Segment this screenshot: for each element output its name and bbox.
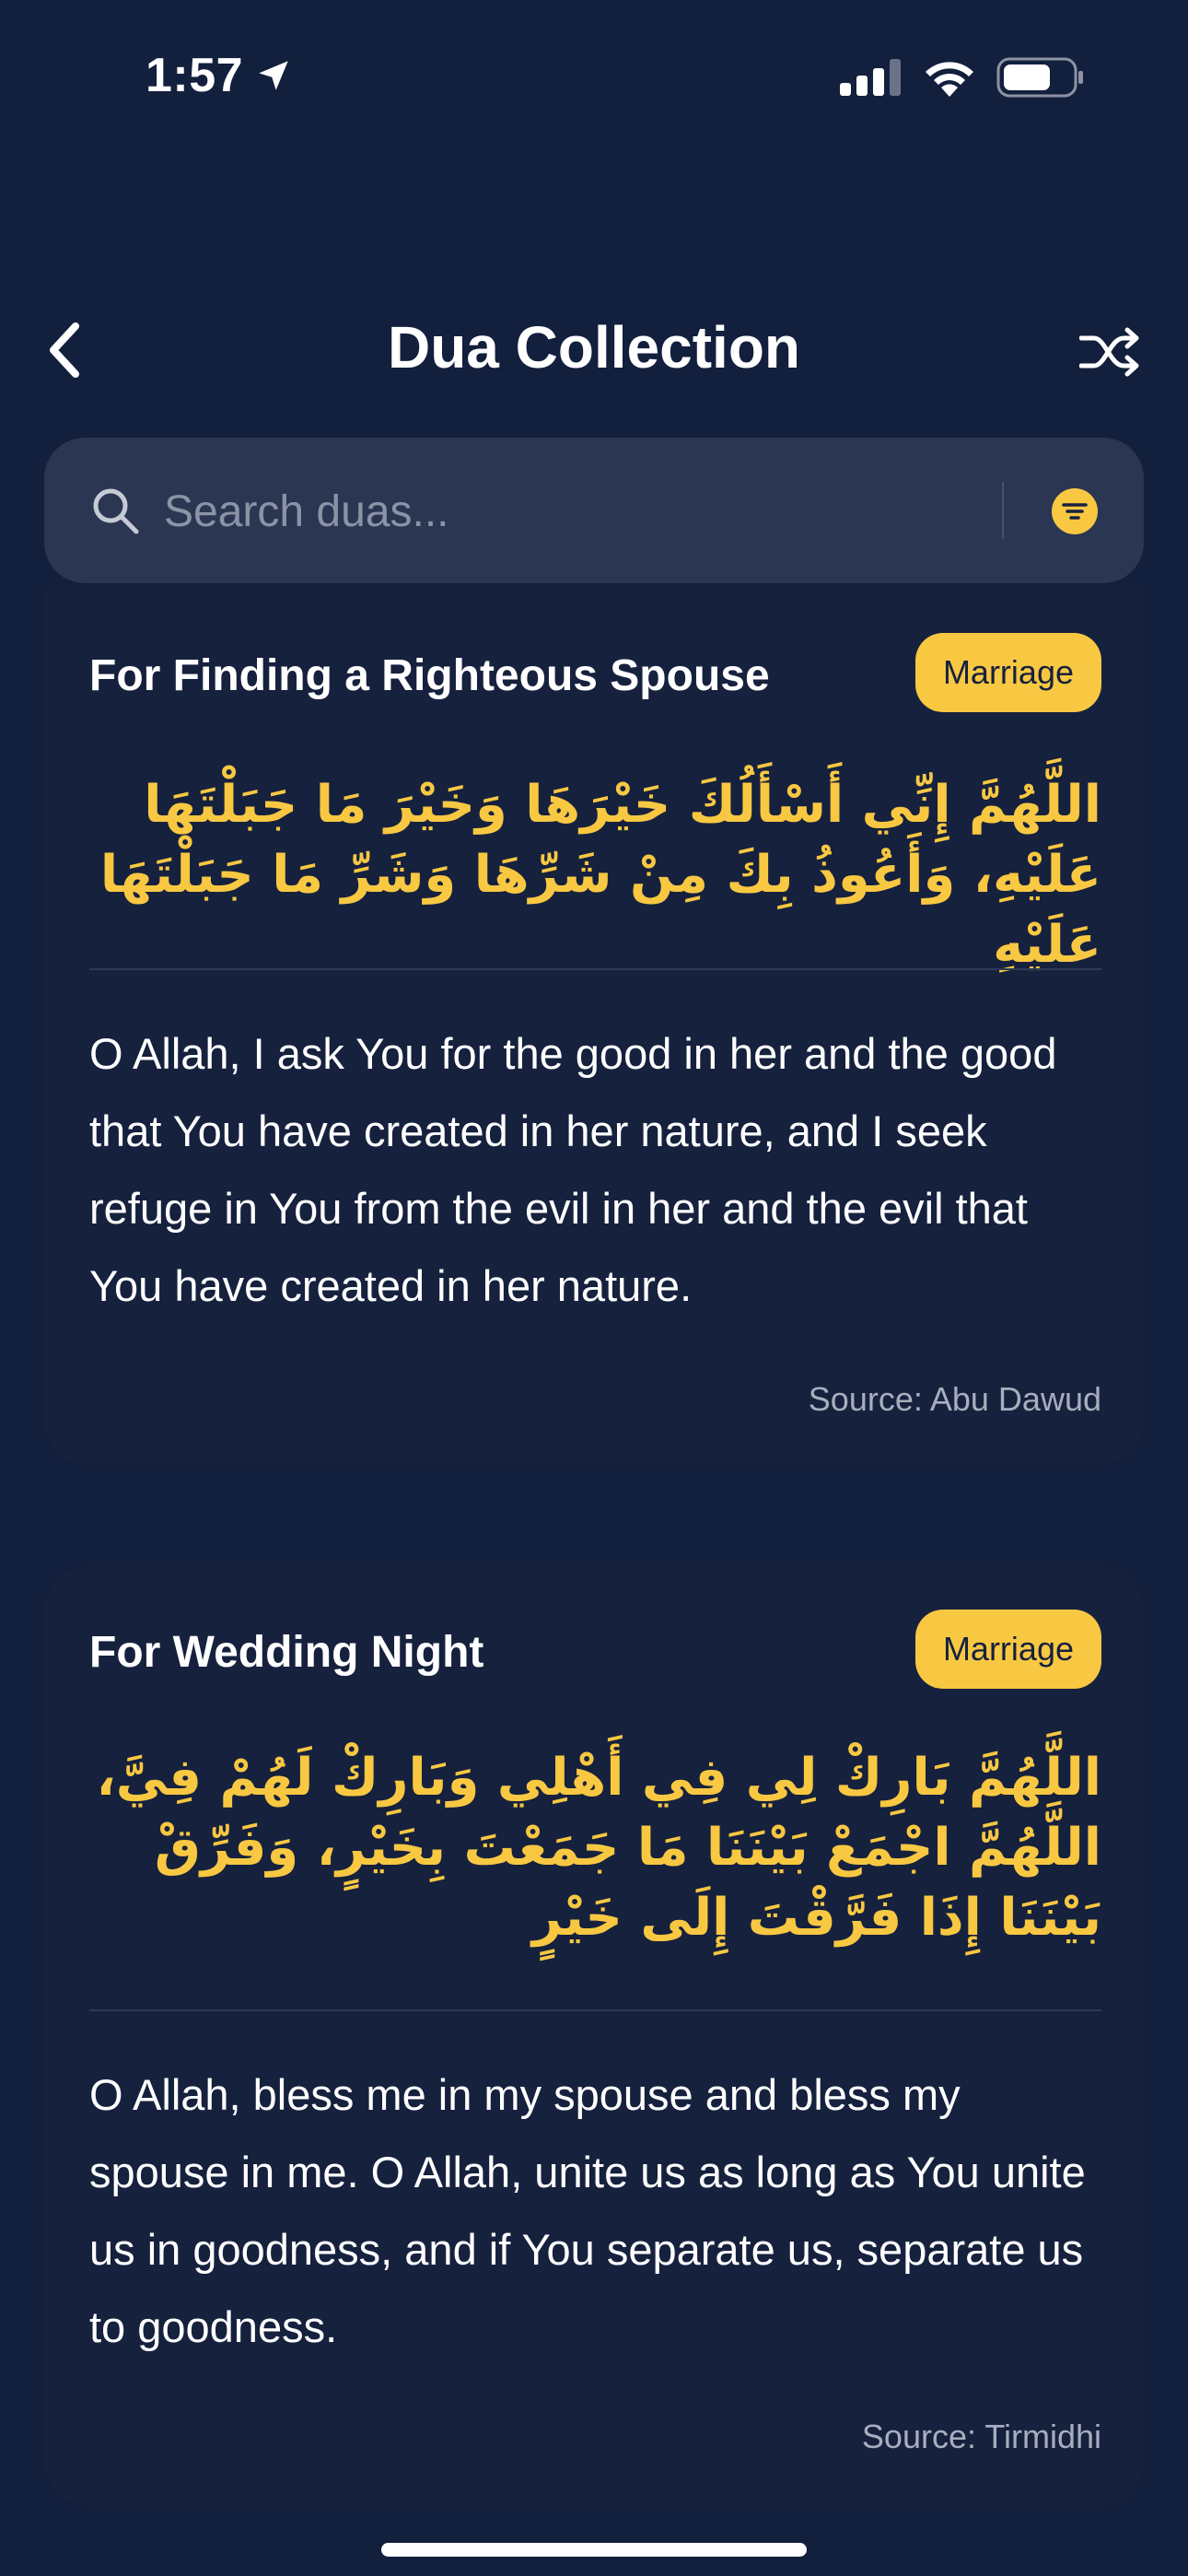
dua-translation: O Allah, I ask You for the good in her a… bbox=[89, 1029, 1057, 1310]
nav-header: Dua Collection bbox=[0, 304, 1188, 396]
home-indicator bbox=[381, 2543, 807, 2557]
status-time: 1:57 bbox=[146, 48, 293, 103]
dua-title: For Finding a Righteous Spouse bbox=[89, 651, 770, 700]
card-divider bbox=[89, 968, 1101, 970]
dua-title: For Wedding Night bbox=[89, 1628, 484, 1677]
status-bar: 1:57 bbox=[0, 0, 1188, 157]
dua-source: Source: Abu Dawud bbox=[808, 1380, 1101, 1418]
wifi-icon bbox=[926, 62, 973, 97]
dua-card[interactable]: For Wedding Night Marriage اللَّهُمَّ بَ… bbox=[44, 1566, 1144, 2506]
dua-card[interactable]: For Finding a Righteous Spouse Marriage … bbox=[44, 590, 1144, 1465]
cellular-signal-icon bbox=[840, 59, 901, 96]
search-bar bbox=[44, 438, 1144, 583]
location-arrow-icon bbox=[259, 61, 288, 90]
dua-source: Source: Tirmidhi bbox=[861, 2418, 1101, 2455]
filter-icon bbox=[1062, 503, 1088, 520]
search-divider bbox=[1002, 482, 1004, 539]
battery-icon bbox=[996, 57, 1083, 98]
shuffle-button[interactable] bbox=[1079, 324, 1140, 380]
search-icon bbox=[93, 488, 139, 534]
dua-arabic-text: اللَّهُمَّ إِنِّي أَسْأَلُكَ خَيْرَهَا و… bbox=[99, 775, 1101, 975]
category-badge[interactable]: Marriage bbox=[914, 1610, 1101, 1689]
card-divider bbox=[89, 2009, 1101, 2011]
search-input[interactable] bbox=[162, 474, 995, 548]
dua-arabic-text: اللَّهُمَّ بَارِكْ لِي فِي أَهْلِي وَبَا… bbox=[96, 1748, 1101, 1948]
shuffle-icon bbox=[1079, 327, 1139, 377]
status-time-text: 1:57 bbox=[146, 49, 244, 102]
category-badge[interactable]: Marriage bbox=[914, 633, 1101, 712]
page-title: Dua Collection bbox=[387, 314, 801, 381]
dua-translation: O Allah, bless me in my spouse and bless… bbox=[89, 2070, 1086, 2351]
status-indicators bbox=[840, 57, 1085, 98]
filter-button[interactable] bbox=[1052, 488, 1098, 534]
